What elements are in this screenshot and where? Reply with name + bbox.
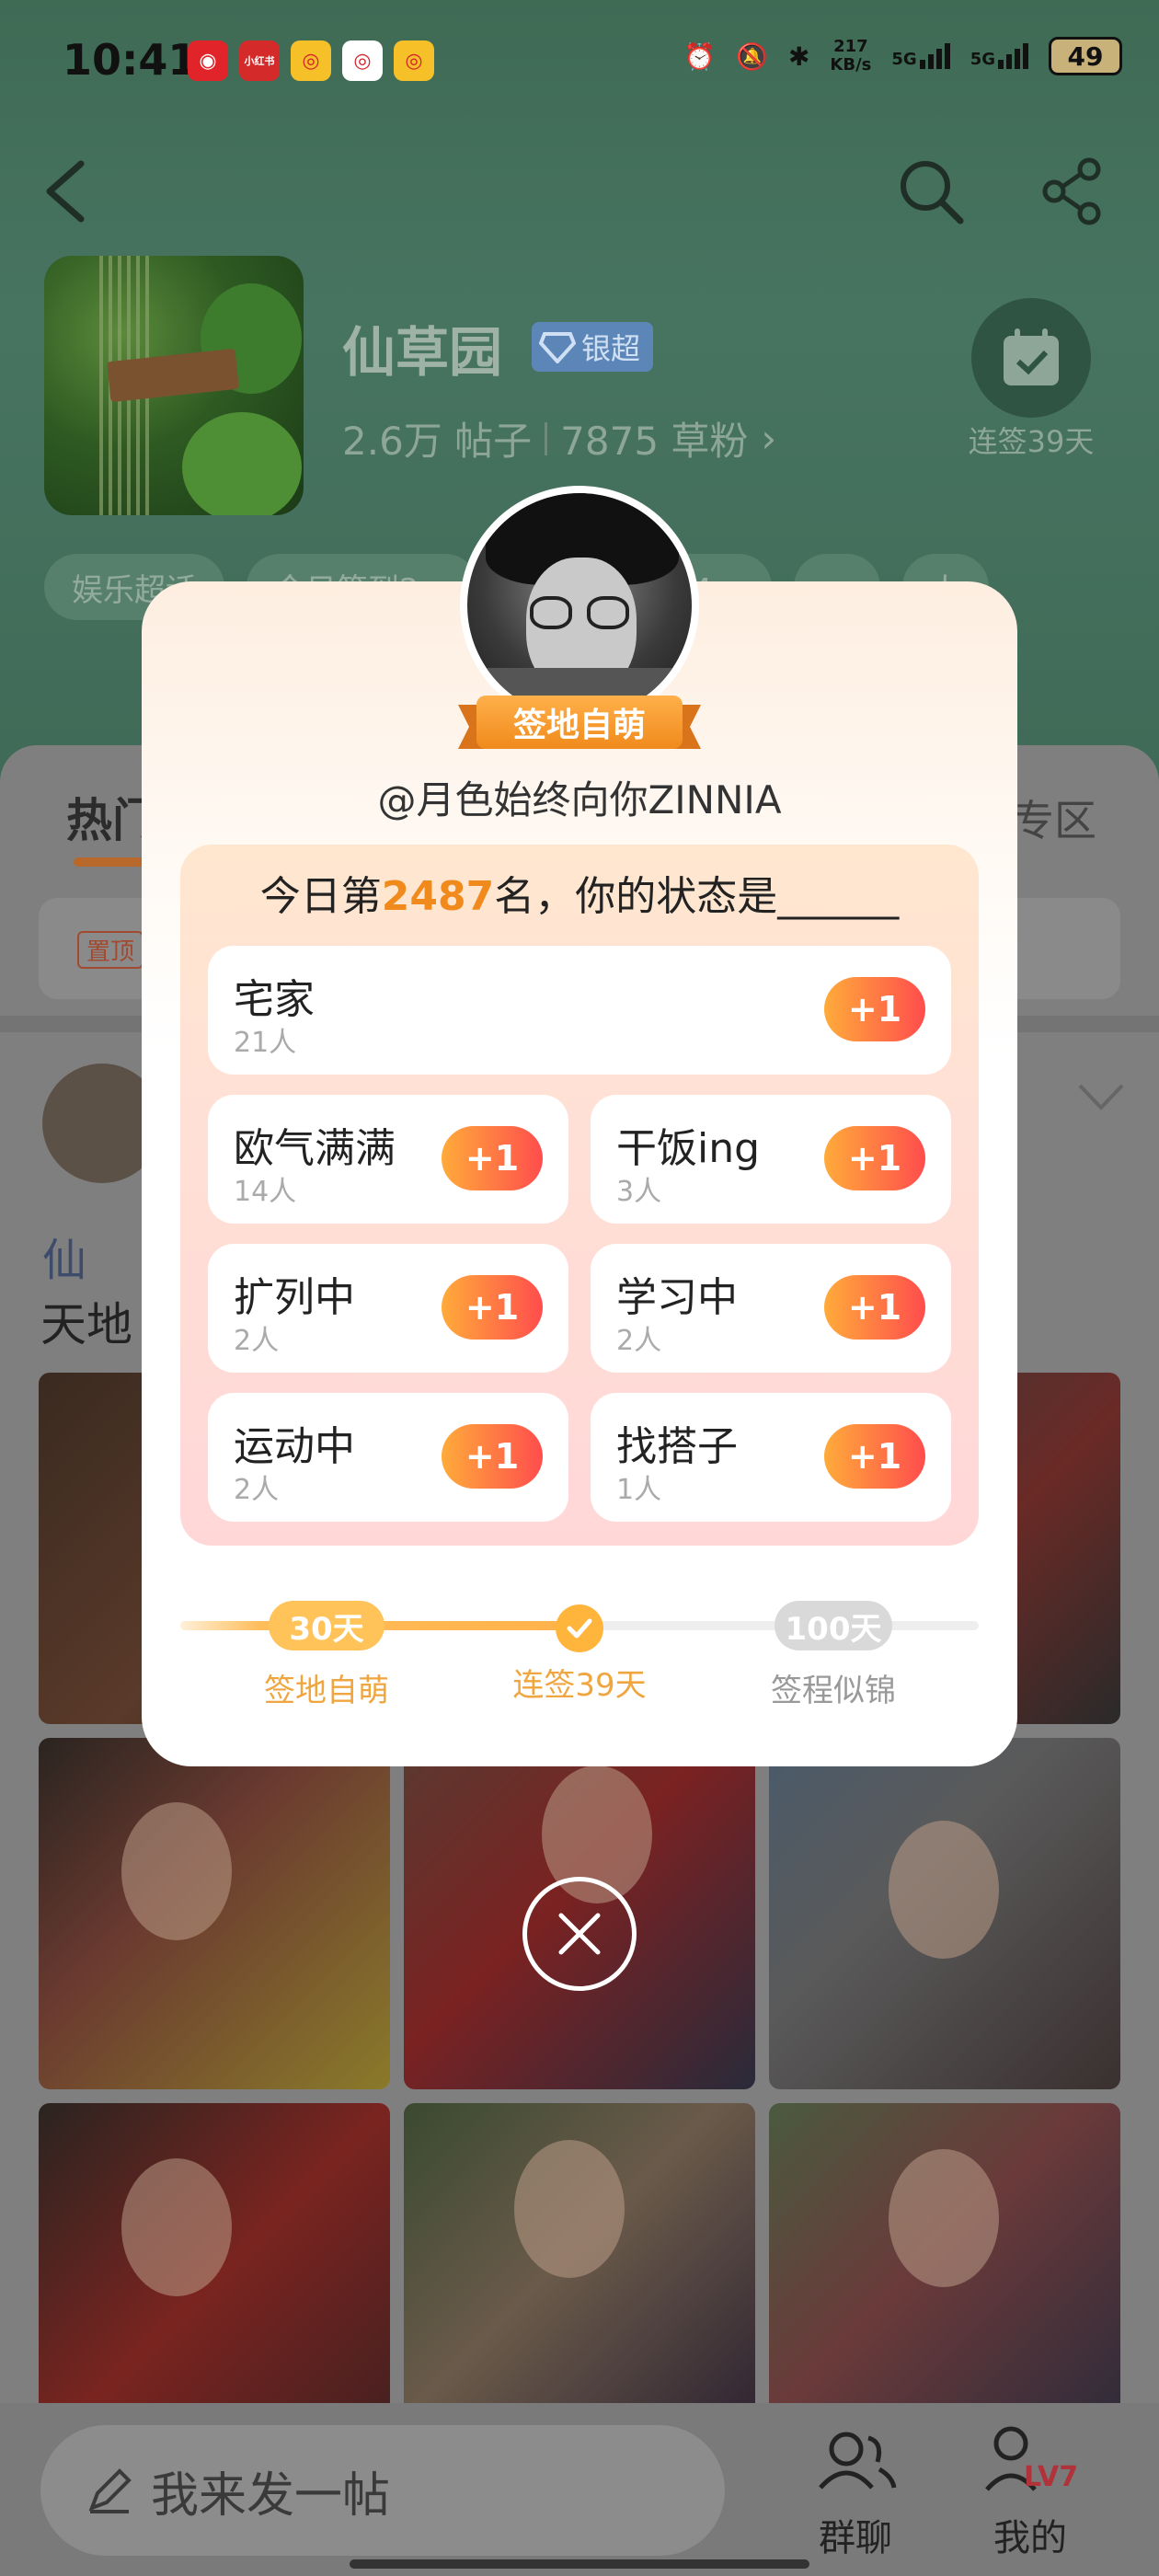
plus-one-button[interactable]: +1 (824, 1424, 925, 1489)
username: @月色始终向你ZINNIA (377, 777, 782, 822)
status-option[interactable]: 扩列中 2人 +1 (208, 1244, 568, 1373)
milestone-30-pill: 30天 (269, 1601, 384, 1650)
status-option[interactable]: 欧气满满 14人 +1 (208, 1095, 568, 1224)
milestone-label: 连签39天 (512, 1667, 647, 1704)
plus-one-button[interactable]: +1 (824, 977, 925, 1041)
close-icon (558, 1913, 601, 1955)
status-option[interactable]: 宅家 21人 +1 (208, 946, 951, 1075)
plus-one-button[interactable]: +1 (442, 1424, 543, 1489)
status-option[interactable]: 干饭ing 3人 +1 (591, 1095, 951, 1224)
status-option[interactable]: 找搭子 1人 +1 (591, 1393, 951, 1522)
milestone-100-pill: 100天 (775, 1601, 892, 1650)
check-icon (556, 1604, 603, 1652)
today-rank: 2487 (381, 873, 495, 920)
milestone-label: 签程似锦 (771, 1673, 896, 1709)
plus-one-button[interactable]: +1 (442, 1126, 543, 1190)
plus-one-button[interactable]: +1 (824, 1126, 925, 1190)
rank-ribbon: 签地自萌 (458, 696, 701, 756)
milestone-label: 签地自萌 (264, 1673, 389, 1709)
avatar (467, 493, 692, 718)
user-avatar-frame (460, 486, 699, 725)
status-heading: 今日第2487名，你的状态是______ (259, 873, 900, 920)
close-button[interactable] (522, 1877, 637, 1991)
plus-one-button[interactable]: +1 (824, 1275, 925, 1340)
plus-one-button[interactable]: +1 (442, 1275, 543, 1340)
rank-title: 签地自萌 (476, 696, 683, 749)
status-option[interactable]: 学习中 2人 +1 (591, 1244, 951, 1373)
status-option[interactable]: 运动中 2人 +1 (208, 1393, 568, 1522)
